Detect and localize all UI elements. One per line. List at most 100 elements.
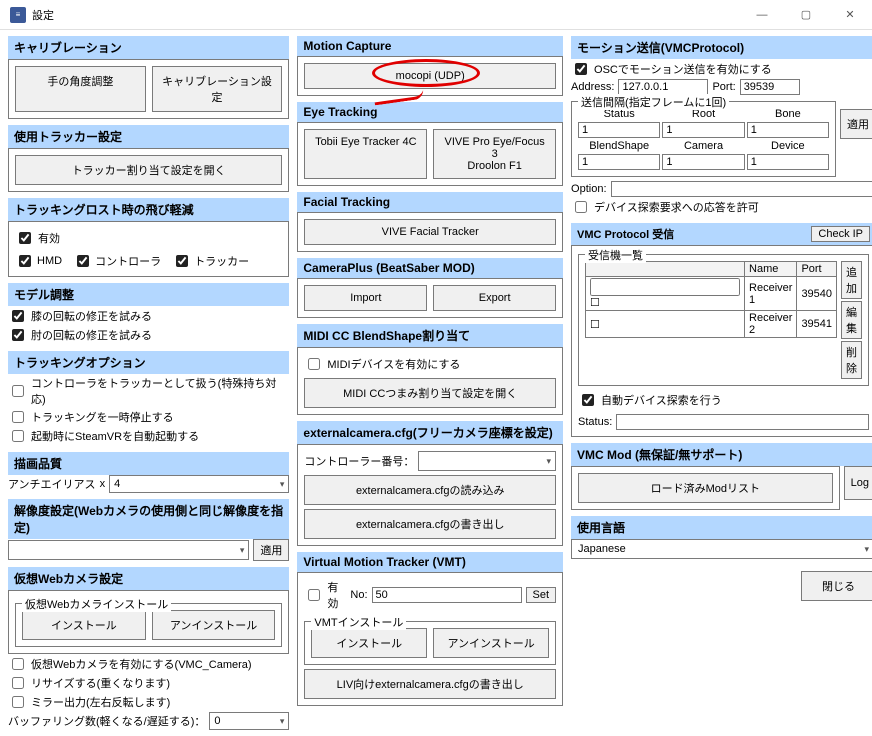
buffer-label: バッファリング数(軽くなる/遅延する)：	[8, 713, 205, 729]
vmc-recv-header: VMC Protocol 受信	[577, 226, 674, 242]
vmt-set-button[interactable]: Set	[526, 587, 557, 603]
calibration-settings-button[interactable]: キャリブレーション設定	[152, 66, 283, 112]
address-input[interactable]	[618, 79, 708, 95]
midi-settings-button[interactable]: MIDI CCつまみ割り当て設定を開く	[304, 378, 556, 408]
chevron-down-icon: ▾	[280, 479, 285, 490]
pause-tracking-checkbox[interactable]	[12, 411, 24, 423]
device-discovery-checkbox[interactable]	[575, 201, 587, 213]
vmt-uninstall-button[interactable]: アンインストール	[433, 628, 549, 658]
extcam-header: externalcamera.cfg(フリーカメラ座標を設定)	[297, 421, 563, 444]
osc-enable-checkbox[interactable]	[575, 63, 587, 75]
vmt-no-input[interactable]	[372, 587, 522, 603]
eye-tracking-header: Eye Tracking	[297, 102, 563, 122]
liv-extcam-button[interactable]: LIV向けexternalcamera.cfgの書き出し	[304, 669, 556, 699]
tobii-button[interactable]: Tobii Eye Tracker 4C	[304, 129, 427, 179]
controller-checkbox[interactable]	[77, 255, 89, 267]
option-input[interactable]	[611, 181, 872, 197]
motion-send-header: モーション送信(VMCProtocol)	[571, 36, 872, 59]
bone-interval-input[interactable]	[747, 122, 829, 138]
close-button[interactable]: ✕	[828, 0, 872, 30]
tracker-checkbox[interactable]	[176, 255, 188, 267]
vmt-install-group: VMTインストール	[311, 614, 406, 630]
import-button[interactable]: Import	[304, 285, 427, 311]
controller-no-label: コントローラー番号：	[304, 453, 414, 469]
hand-angle-button[interactable]: 手の角度調整	[15, 66, 146, 112]
uninstall-button[interactable]: アンインストール	[152, 610, 276, 640]
render-quality-header: 描画品質	[8, 452, 289, 475]
install-button[interactable]: インストール	[22, 610, 146, 640]
chevron-down-icon: ▾	[547, 456, 552, 467]
vmt-enable-checkbox[interactable]	[308, 589, 320, 601]
titlebar: ≡ 設定 — ▢ ✕	[0, 0, 872, 30]
tracking-lost-header: トラッキングロスト時の飛び軽減	[8, 198, 289, 221]
vmc-mod-header: VMC Mod (無保証/無サポート)	[571, 443, 872, 466]
blendshape-interval-input[interactable]	[578, 154, 660, 170]
model-adjust-header: モデル調整	[8, 283, 289, 306]
lang-header: 使用言語	[571, 516, 872, 539]
language-select[interactable]: Japanese▾	[571, 539, 872, 559]
device-interval-input[interactable]	[747, 154, 829, 170]
window-title: 設定	[32, 7, 740, 23]
port-label: Port:	[712, 81, 735, 93]
camera-interval-input[interactable]	[662, 154, 744, 170]
vive-eye-button[interactable]: VIVE Pro Eye/Focus 3 Droolon F1	[433, 129, 556, 179]
mirror-checkbox[interactable]	[12, 696, 24, 708]
extcam-write-button[interactable]: externalcamera.cfgの書き出し	[304, 509, 556, 539]
resize-checkbox[interactable]	[12, 677, 24, 689]
knee-fix-checkbox[interactable]	[12, 310, 24, 322]
resolution-select[interactable]: ▾	[8, 540, 249, 560]
auto-discovery-checkbox[interactable]	[582, 394, 594, 406]
mod-list-button[interactable]: ロード済みModリスト	[578, 473, 833, 503]
calibration-header: キャリブレーション	[8, 36, 289, 59]
open-tracker-assignment-button[interactable]: トラッカー割り当て設定を開く	[15, 155, 282, 185]
vmt-no-label: No:	[350, 589, 367, 601]
controller-no-select[interactable]: ▾	[418, 451, 556, 471]
tracking-options-header: トラッキングオプション	[8, 351, 289, 374]
receiver-table: NamePort ☐Receiver 139540 ☐Receiver 2395…	[585, 261, 837, 338]
recv-status-label: Status:	[578, 416, 612, 428]
recv-status-field	[616, 414, 869, 430]
close-settings-button[interactable]: 閉じる	[801, 571, 872, 601]
root-interval-input[interactable]	[662, 122, 744, 138]
chevron-down-icon: ▾	[240, 545, 245, 556]
left-column: キャリブレーション 手の角度調整 キャリブレーション設定 使用トラッカー設定 ト…	[8, 36, 289, 730]
table-row: ☐Receiver 139540	[586, 277, 837, 311]
buffer-select[interactable]: 0▾	[209, 712, 289, 730]
maximize-button[interactable]: ▢	[784, 0, 828, 30]
ctrl-as-tracker-checkbox[interactable]	[12, 385, 24, 397]
minimize-button[interactable]: —	[740, 0, 784, 30]
extcam-read-button[interactable]: externalcamera.cfgの読み込み	[304, 475, 556, 505]
lost-enabled-checkbox[interactable]	[19, 232, 31, 244]
virtualcam-install-group: 仮想Webカメラインストール	[22, 596, 171, 612]
chevron-down-icon: ▾	[865, 544, 870, 555]
status-interval-input[interactable]	[578, 122, 660, 138]
elbow-fix-checkbox[interactable]	[12, 329, 24, 341]
resolution-header: 解像度設定(Webカメラの使用側と同じ解像度を指定)	[8, 499, 289, 539]
chevron-down-icon: ▾	[280, 716, 285, 727]
facial-tracking-header: Facial Tracking	[297, 192, 563, 212]
receiver-list-group: 受信機一覧	[585, 247, 646, 263]
send-apply-button[interactable]: 適用	[840, 109, 872, 139]
vive-facial-button[interactable]: VIVE Facial Tracker	[304, 219, 556, 245]
port-input[interactable]	[740, 79, 800, 95]
center-column: Motion Capture mocopi (UDP) Eye Tracking…	[297, 36, 563, 730]
address-label: Address:	[571, 81, 614, 93]
mocopi-button[interactable]: mocopi (UDP)	[304, 63, 556, 89]
log-button[interactable]: Log	[844, 466, 872, 500]
edit-receiver-button[interactable]: 編集	[841, 301, 862, 339]
autostart-steamvr-checkbox[interactable]	[12, 430, 24, 442]
virtualcam-header: 仮想Webカメラ設定	[8, 567, 289, 590]
hmd-checkbox[interactable]	[19, 255, 31, 267]
vmt-install-button[interactable]: インストール	[311, 628, 427, 658]
enable-vcam-checkbox[interactable]	[12, 658, 24, 670]
table-row: ☐Receiver 239541	[586, 311, 837, 338]
tracker-settings-header: 使用トラッカー設定	[8, 125, 289, 148]
check-ip-button[interactable]: Check IP	[811, 226, 870, 242]
right-column: モーション送信(VMCProtocol) OSCでモーション送信を有効にする A…	[571, 36, 872, 730]
export-button[interactable]: Export	[433, 285, 556, 311]
aa-select[interactable]: 4▾	[109, 475, 289, 493]
delete-receiver-button[interactable]: 削除	[841, 341, 862, 379]
midi-enable-checkbox[interactable]	[308, 358, 320, 370]
add-receiver-button[interactable]: 追加	[841, 261, 862, 299]
resolution-apply-button[interactable]: 適用	[253, 539, 289, 561]
